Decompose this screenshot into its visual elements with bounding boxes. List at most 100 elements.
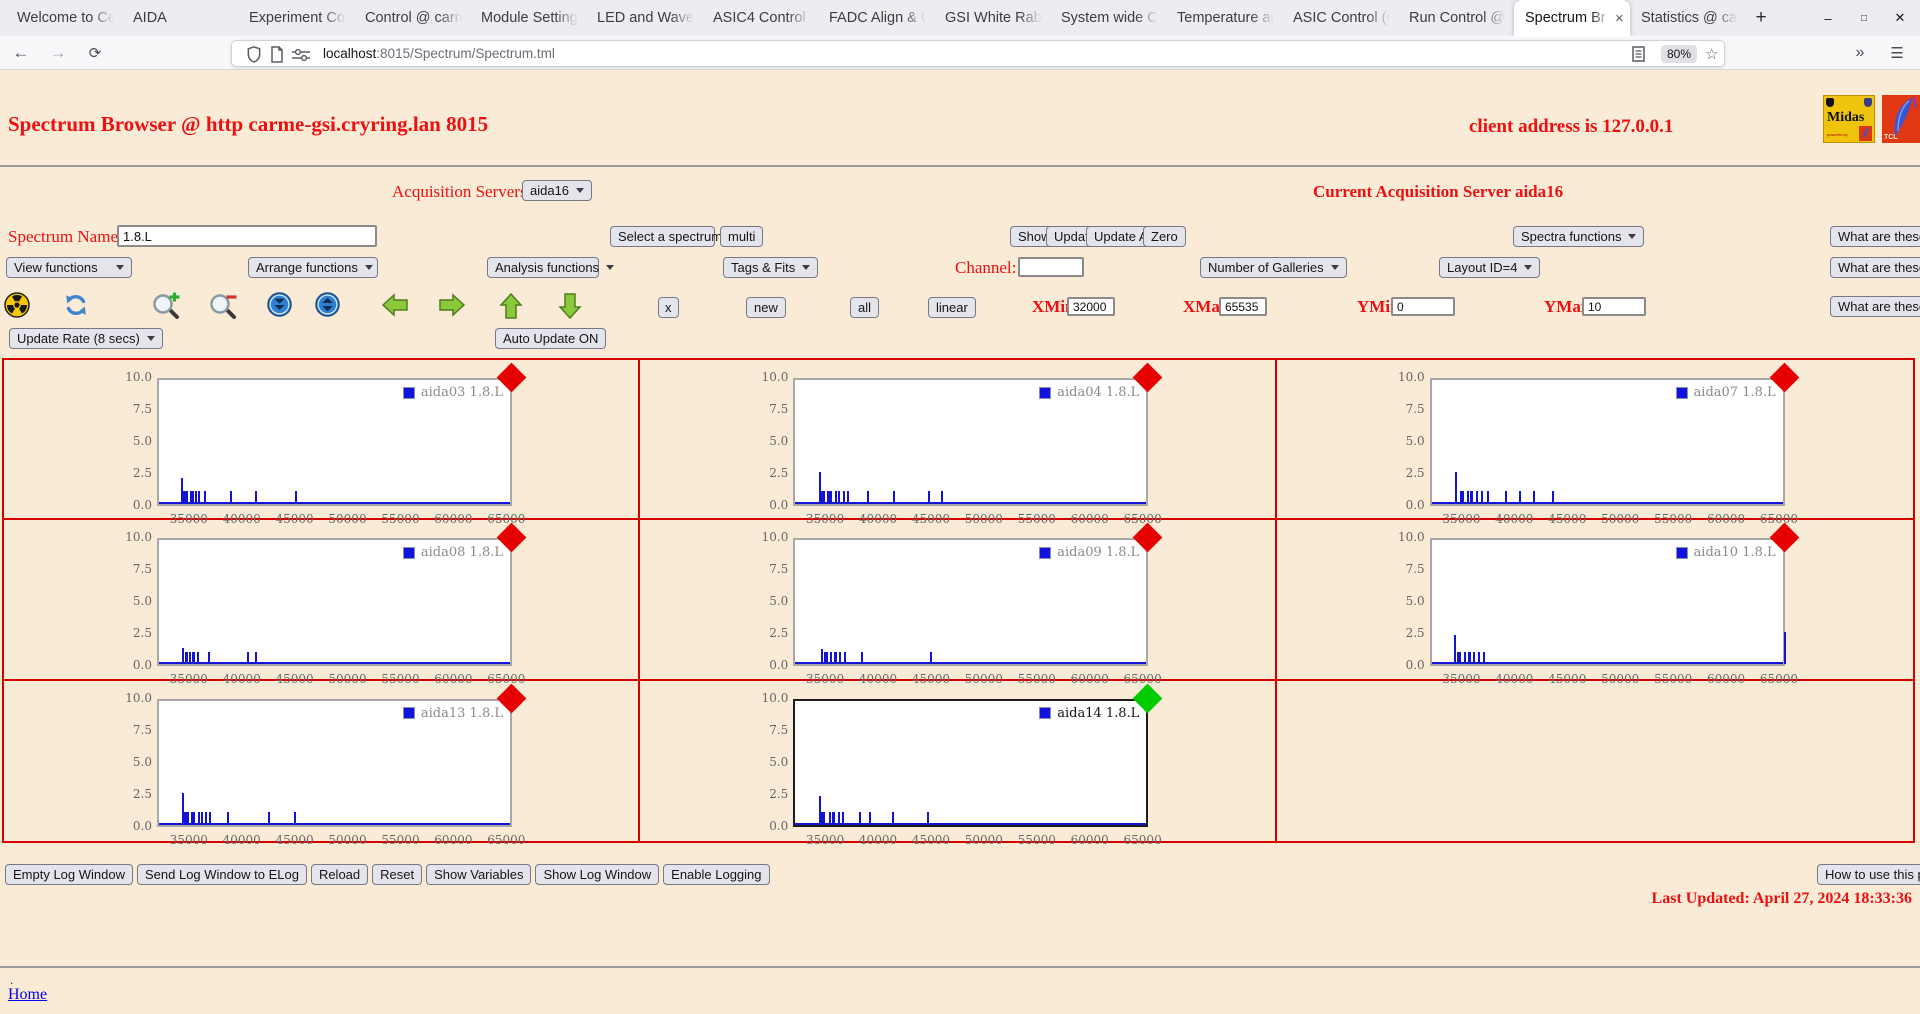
hamburger-menu-icon[interactable]: ☰ [1884, 40, 1910, 66]
empty-log-window-button[interactable]: Empty Log Window [5, 864, 133, 885]
tab-fadc-align-c[interactable]: FADC Align & C [818, 0, 934, 36]
spectrum-chart-aida09[interactable]: 10.0 7.5 5.0 2.5 0.0 aida09 1.8.L 35000 40000 45… [760, 522, 1163, 686]
what-are-these-button-1[interactable]: What are these? [1830, 226, 1920, 247]
ymin-input[interactable] [1391, 297, 1455, 316]
spectrum-name-input[interactable] [117, 225, 377, 247]
tab-module-setting[interactable]: Module Setting [470, 0, 586, 36]
new-tab-button[interactable]: + [1746, 0, 1776, 36]
x-button[interactable]: x [658, 297, 679, 318]
collapse-icon[interactable] [267, 292, 292, 317]
all-button[interactable]: all [850, 297, 880, 318]
refresh-icon[interactable] [63, 292, 89, 318]
tab-close-icon[interactable]: ✕ [1612, 12, 1624, 25]
shield-icon[interactable] [246, 46, 262, 63]
tab-asic4-control[interactable]: ASIC4 Control [702, 0, 818, 36]
x-tick-label: 40000 [858, 832, 898, 847]
how-to-use-button[interactable]: How to use this page [1817, 864, 1920, 885]
tab-label: Experiment Con [249, 10, 348, 26]
update-rate-select[interactable]: Update Rate (8 secs) [9, 328, 163, 349]
zoom-out-icon[interactable] [209, 292, 238, 320]
plot-area-aida03[interactable]: aida03 1.8.L [157, 378, 512, 506]
y-tick-label: 10.0 [761, 370, 789, 384]
tab-spectrum-br[interactable]: Spectrum Br ✕ [1514, 0, 1630, 36]
new-button[interactable]: new [746, 297, 786, 318]
plot-area-aida07[interactable]: aida07 1.8.L [1429, 378, 1785, 506]
zoom-level-badge[interactable]: 80% [1661, 45, 1698, 63]
analysis-functions-select[interactable]: Analysis functions [487, 257, 615, 278]
arrow-right-icon[interactable] [438, 292, 466, 318]
spectrum-chart-aida07[interactable]: 10.0 7.5 5.0 2.5 0.0 aida07 1.8.L 35000 40000 45… [1397, 362, 1800, 526]
arrow-down-icon[interactable] [557, 292, 583, 320]
auto-update-button[interactable]: Auto Update ON [495, 328, 607, 349]
linear-button[interactable]: linear [928, 297, 976, 318]
chevron-down-icon [1524, 265, 1533, 270]
tab-asic-control-c[interactable]: ASIC Control (C [1282, 0, 1398, 36]
forward-button[interactable]: → [45, 40, 71, 66]
plot-area-aida09[interactable]: aida09 1.8.L [793, 538, 1149, 667]
home-link[interactable]: Home [8, 986, 47, 1004]
view-functions-select[interactable]: View functions [6, 257, 132, 278]
spectrum-chart-aida14[interactable]: 10.0 7.5 5.0 2.5 0.0 aida14 1.8.L 35000 40000 45… [760, 683, 1163, 847]
expand-icon[interactable] [315, 292, 340, 317]
radioactive-icon[interactable] [4, 292, 30, 318]
multi-button[interactable]: multi [720, 226, 764, 247]
send-log-window-to-elog-button[interactable]: Send Log Window to ELog [137, 864, 307, 885]
spectrum-chart-aida13[interactable]: 10.0 7.5 5.0 2.5 0.0 aida13 1.8.L 35000 40000 45… [124, 683, 527, 847]
page-info-icon[interactable] [270, 46, 284, 63]
tab-experiment-con[interactable]: Experiment Con [238, 0, 354, 36]
arrange-functions-select[interactable]: Arrange functions [248, 257, 378, 278]
what-are-these-button-3[interactable]: What are these? [1830, 296, 1920, 317]
enable-logging-button[interactable]: Enable Logging [663, 864, 770, 885]
reload-button[interactable]: Reload [310, 864, 369, 885]
url-text[interactable]: localhost:8015/Spectrum/Spectrum.tml [323, 46, 555, 61]
channel-input[interactable] [1018, 257, 1084, 277]
spectrum-chart-aida08[interactable]: 10.0 7.5 5.0 2.5 0.0 aida08 1.8.L 35000 40000 45… [124, 522, 527, 686]
reload-button[interactable]: ⟳ [82, 40, 108, 66]
acquisition-server-select[interactable]: aida16 [522, 180, 593, 201]
tab-led-and-wavef[interactable]: LED and Wavef [586, 0, 702, 36]
plot-area-aida13[interactable]: aida13 1.8.L [157, 698, 512, 827]
select-a-spectrum-select[interactable]: Select a spectrum [610, 226, 738, 247]
reader-mode-icon[interactable] [1632, 46, 1645, 62]
back-button[interactable]: ← [8, 40, 34, 66]
url-bar[interactable]: localhost:8015/Spectrum/Spectrum.tml 80%… [231, 40, 1725, 67]
reset-button[interactable]: Reset [372, 864, 423, 885]
show-log-window-button[interactable]: Show Log Window [535, 864, 660, 885]
tab-gsi-white-rabb[interactable]: GSI White Rabb [934, 0, 1050, 36]
plot-area-aida08[interactable]: aida08 1.8.L [157, 538, 512, 667]
arrow-up-icon[interactable] [498, 292, 524, 320]
show-variables-button[interactable]: Show Variables [426, 864, 532, 885]
plot-area-aida10[interactable]: aida10 1.8.L [1429, 538, 1786, 667]
xmax-input[interactable] [1219, 297, 1267, 316]
arrow-left-icon[interactable] [381, 292, 409, 318]
plot-area-aida04[interactable]: aida04 1.8.L [793, 378, 1149, 506]
tags-fits-select[interactable]: Tags & Fits [723, 257, 819, 278]
xmin-input[interactable] [1067, 297, 1115, 316]
spectrum-chart-aida04[interactable]: 10.0 7.5 5.0 2.5 0.0 aida04 1.8.L 35000 40000 45… [760, 362, 1163, 526]
permissions-icon[interactable] [292, 49, 310, 61]
tab-run-control[interactable]: Run Control @ [1398, 0, 1514, 36]
bookmark-star-icon[interactable]: ☆ [1705, 45, 1718, 63]
tab-aida[interactable]: AIDA [122, 0, 238, 36]
overflow-chevrons-icon[interactable]: » [1847, 40, 1873, 66]
tab-system-wide-c[interactable]: System wide C [1050, 0, 1166, 36]
tab-temperature-an[interactable]: Temperature an [1166, 0, 1282, 36]
ymax-input[interactable] [1582, 297, 1646, 316]
number-of-galleries-select[interactable]: Number of Galleries [1200, 257, 1347, 278]
x-tick-label: 45000 [911, 832, 951, 847]
maximize-icon[interactable]: □ [1846, 0, 1882, 36]
close-icon[interactable]: ✕ [1882, 0, 1918, 36]
spectra-functions-select[interactable]: Spectra functions [1513, 226, 1645, 247]
spectrum-chart-aida10[interactable]: 10.0 7.5 5.0 2.5 0.0 aida10 1.8.L 35000 40000 45… [1397, 522, 1800, 686]
minimize-icon[interactable]: – [1810, 0, 1846, 36]
x-tick-label: 65000 [1123, 832, 1162, 847]
tab-control-carm[interactable]: Control @ carm [354, 0, 470, 36]
tab-welcome-to-ce[interactable]: Welcome to Ce [6, 0, 122, 36]
what-are-these-button-2[interactable]: What are these? [1830, 257, 1920, 278]
plot-area-aida14[interactable]: aida14 1.8.L [793, 698, 1149, 827]
spectrum-chart-aida03[interactable]: 10.0 7.5 5.0 2.5 0.0 aida03 1.8.L 35000 40000 45… [124, 362, 527, 526]
layout-id-select[interactable]: Layout ID=4 [1439, 257, 1541, 278]
zero-button[interactable]: Zero [1143, 226, 1186, 247]
zoom-in-icon[interactable] [152, 292, 181, 320]
tab-statistics-ca[interactable]: Statistics @ ca [1630, 0, 1746, 36]
